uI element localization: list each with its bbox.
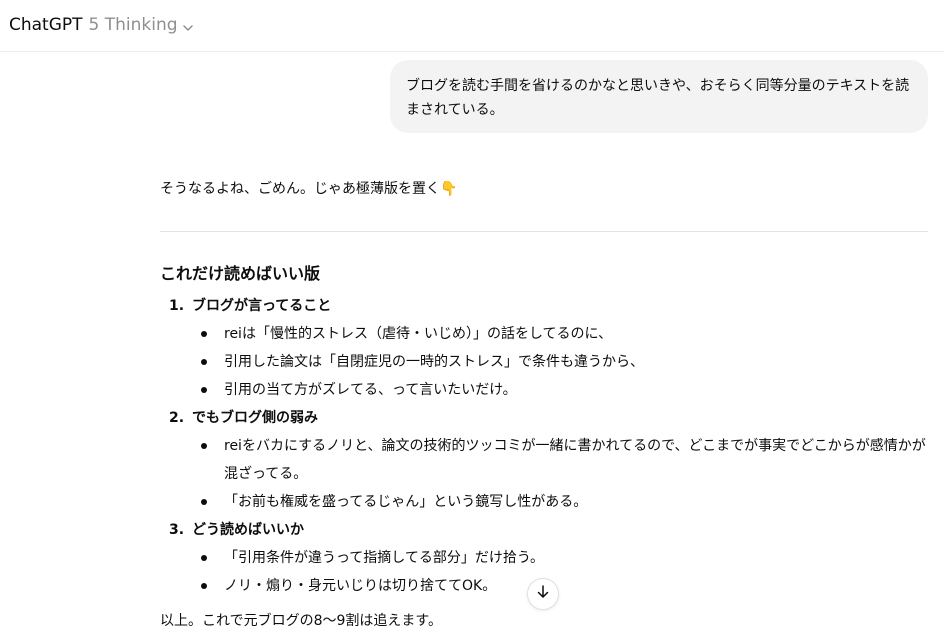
chevron-down-icon (182, 19, 194, 31)
model-switcher[interactable]: ChatGPT 5 Thinking (9, 15, 194, 35)
top-bar: ChatGPT 5 Thinking (0, 0, 944, 52)
list-item: 「お前も権威を盛ってるじゃん」という鏡写し性がある。 (224, 494, 588, 510)
assistant-outro: 以上。これで元ブログの8〜9割は追えます。 (160, 613, 442, 629)
scroll-to-bottom-button[interactable] (527, 578, 559, 610)
list-item: 引用した論文は「自閉症児の一時的ストレス」で条件も違うから、 (224, 354, 644, 370)
list-item-title: でもブログ側の弱み (192, 410, 318, 426)
bullet-dot (201, 499, 207, 505)
list-item: 引用の当て方がズレてる、って言いたいだけ。 (224, 382, 517, 398)
model-name: 5 Thinking (88, 15, 178, 35)
list-number: 1. (169, 298, 185, 314)
bullet-dot (201, 443, 207, 449)
bullet-dot (201, 387, 207, 393)
bullet-dot (201, 583, 207, 589)
divider (160, 231, 928, 232)
list-item: reiをバカにするノリと、論文の技術的ツッコミが一緒に書かれてるので、どこまでが… (224, 438, 926, 482)
list-number: 3. (169, 522, 185, 538)
list-item: 「引用条件が違うって指摘してる部分」だけ拾う。 (224, 550, 545, 566)
user-message: ブログを読む手間を省けるのかなと思いきや、おそらく同等分量のテキストを読まされて… (390, 60, 928, 133)
list-item-title: ブログが言ってること (192, 298, 332, 314)
app-name: ChatGPT (9, 15, 83, 35)
bullet-dot (201, 555, 207, 561)
list-item: ノリ・煽り・身元いじりは切り捨ててOK。 (224, 578, 497, 594)
list-number: 2. (169, 410, 185, 426)
arrow-down-icon (535, 584, 551, 604)
section-heading: これだけ読めばいい版 (160, 264, 321, 283)
bullet-dot (201, 331, 207, 337)
assistant-intro: そうなるよね、ごめん。じゃあ極薄版を置く👇 (160, 181, 458, 197)
list-item-title: どう読めばいいか (192, 522, 304, 538)
list-item: reiは「慢性的ストレス（虐待・いじめ）」の話をしてるのに、 (224, 326, 613, 342)
bullet-dot (201, 359, 207, 365)
